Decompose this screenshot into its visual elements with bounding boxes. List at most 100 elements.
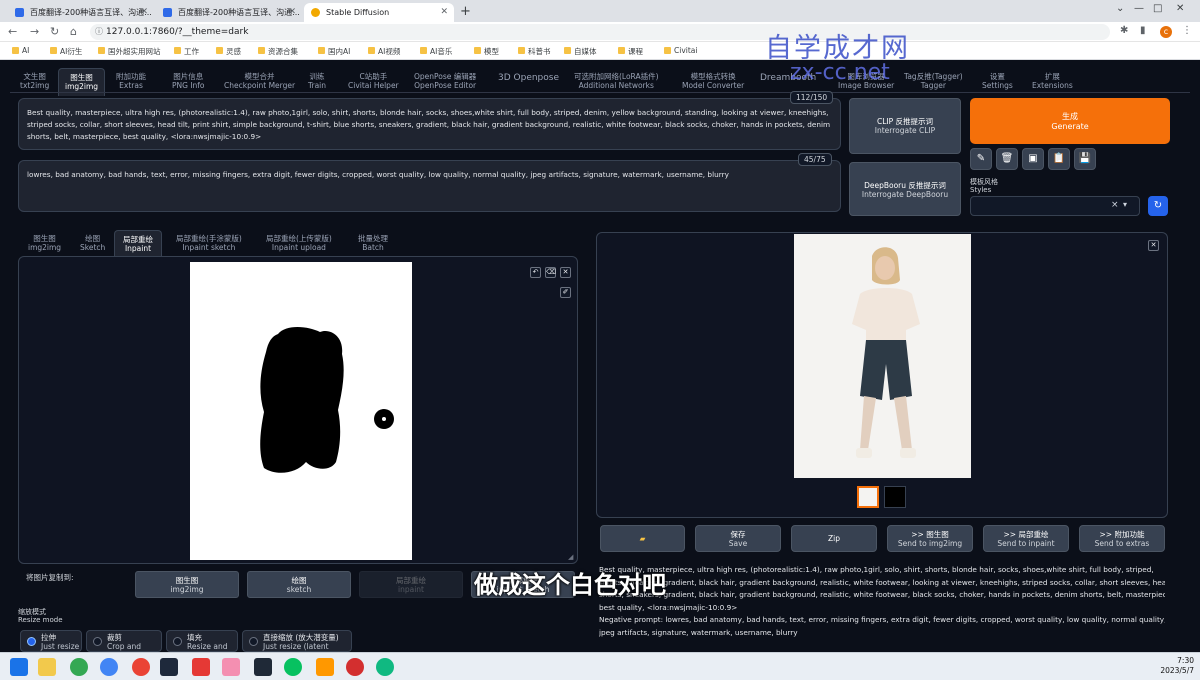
sidebar-icon[interactable]: ▮	[1140, 25, 1146, 36]
chrome-icon[interactable]	[70, 658, 88, 676]
resize-fill-radio[interactable]: 填充Resize and fill	[166, 630, 238, 660]
chrome-active-icon[interactable]	[132, 658, 150, 676]
file-explorer-icon[interactable]	[38, 658, 56, 676]
clear-icon[interactable]: ×	[1111, 200, 1119, 210]
bookmark[interactable]: 资源合集	[258, 46, 298, 57]
browser-tab[interactable]: 百度翻译-200种语言互译、沟通... ✕	[156, 3, 302, 22]
media-icon[interactable]	[254, 658, 272, 676]
save-button[interactable]: 保存 Save	[695, 525, 781, 552]
browser-tab[interactable]: 百度翻译-200种语言互译、沟通... ✕	[8, 3, 154, 22]
close-icon[interactable]: ✕	[1148, 240, 1159, 251]
record-icon[interactable]	[346, 658, 364, 676]
chrome-profile-icon[interactable]	[100, 658, 118, 676]
reload-icon[interactable]: ↻	[50, 24, 59, 40]
tab-model-converter[interactable]: 模型格式转换 Model Converter	[682, 72, 744, 90]
close-tab-icon[interactable]: ✕	[288, 3, 296, 22]
thumbnail-selected[interactable]	[857, 486, 879, 508]
browser-tab-active[interactable]: Stable Diffusion ✕	[304, 3, 454, 22]
tab-checkpoint-merger[interactable]: 模型合并 Checkpoint Merger	[224, 72, 295, 90]
bookmark[interactable]: AI视频	[368, 46, 400, 57]
tab-train[interactable]: 训练 Train	[308, 72, 326, 90]
close-tab-icon[interactable]: ✕	[140, 3, 148, 22]
interrogate-clip-button[interactable]: CLIP 反推提示词 Interrogate CLIP	[849, 98, 961, 154]
tab-settings[interactable]: 设置 Settings	[982, 72, 1013, 90]
tab-tagger[interactable]: Tag反推(Tagger) Tagger	[904, 72, 963, 90]
bookmark[interactable]: 科普书	[518, 46, 551, 57]
brush-icon[interactable]: ✐	[560, 287, 571, 298]
maximize-icon[interactable]: □	[1153, 3, 1162, 14]
new-tab-button[interactable]: +	[460, 3, 471, 20]
menu-icon[interactable]: ⋮	[1182, 25, 1192, 36]
bookmark[interactable]: Civitai	[664, 46, 697, 55]
bookmark[interactable]: AI	[12, 46, 29, 55]
tab-openpose-editor[interactable]: OpenPose 编辑器 OpenPose Editor	[414, 72, 476, 90]
tab-txt2img[interactable]: 文生图 txt2img	[20, 72, 49, 90]
back-icon[interactable]: ←	[8, 24, 17, 40]
bookmark[interactable]: 工作	[174, 46, 199, 57]
close-tab-icon[interactable]: ✕	[440, 3, 448, 22]
subtab-inpaint-sketch[interactable]: 局部重绘(手涂蒙版) Inpaint sketch	[176, 234, 242, 252]
window-close-icon[interactable]: ✕	[1176, 3, 1184, 14]
minimize-icon[interactable]: —	[1134, 3, 1144, 14]
interrogate-deepbooru-button[interactable]: DeepBooru 反推提示词 Interrogate DeepBooru	[849, 162, 961, 216]
copy-to-sketch-button[interactable]: 绘图 sketch	[247, 571, 351, 598]
resize-latent-upscale-radio[interactable]: 直接缩放 (放大潜变量)Just resize (latent upscale)	[242, 630, 352, 660]
tab-civitai-helper[interactable]: C站助手 Civitai Helper	[348, 72, 399, 90]
generate-button[interactable]: 生成 Generate	[970, 98, 1170, 144]
tab-extras[interactable]: 附加功能 Extras	[116, 72, 146, 90]
close-icon[interactable]: ✕	[560, 267, 571, 278]
send-to-extras-button[interactable]: >> 附加功能 Send to extras	[1079, 525, 1165, 552]
start-icon[interactable]	[10, 658, 28, 676]
inpaint-canvas[interactable]	[190, 262, 412, 560]
bookmark[interactable]: 课程	[618, 46, 643, 57]
trash-icon[interactable]: 🗑	[996, 148, 1018, 170]
lora-card-icon[interactable]: ▣	[1022, 148, 1044, 170]
bookmark[interactable]: 模型	[474, 46, 499, 57]
bookmark[interactable]: 灵感	[216, 46, 241, 57]
system-clock[interactable]: 7:30 2023/5/7	[1150, 656, 1194, 676]
refresh-styles-button[interactable]: ↻	[1148, 196, 1168, 216]
bookmark[interactable]: AI音乐	[420, 46, 452, 57]
profile-avatar[interactable]: c	[1160, 26, 1172, 38]
undo-icon[interactable]: ↶	[530, 267, 541, 278]
clear-canvas-icon[interactable]: ⌫	[545, 267, 556, 278]
extensions-icon[interactable]: ✱	[1120, 25, 1128, 36]
tab-png-info[interactable]: 图片信息 PNG Info	[172, 72, 205, 90]
home-icon[interactable]: ⌂	[70, 24, 77, 40]
send-to-img2img-button[interactable]: >> 图生图 Send to img2img	[887, 525, 973, 552]
tab-extensions[interactable]: 扩展 Extensions	[1032, 72, 1073, 90]
clipboard-icon[interactable]: 📋	[1048, 148, 1070, 170]
copy-to-inpaint-button[interactable]: 局部重绘 inpaint	[359, 571, 463, 598]
notes-icon[interactable]	[376, 658, 394, 676]
dropdown-chevron-icon[interactable]: ▾	[1123, 200, 1127, 209]
generated-image[interactable]	[794, 234, 971, 478]
resize-handle-icon[interactable]: ◢	[568, 553, 573, 561]
tab-3d-openpose[interactable]: 3D Openpose	[498, 74, 559, 83]
resize-just-resize-radio[interactable]: 拉伸 Just resize	[20, 630, 82, 652]
forward-icon[interactable]: →	[30, 24, 39, 40]
subtab-inpaint[interactable]: 局部重绘 Inpaint	[114, 230, 162, 258]
app-icon[interactable]	[222, 658, 240, 676]
wechat-icon[interactable]	[284, 658, 302, 676]
bookmark[interactable]: 自媒体	[564, 46, 597, 57]
positive-prompt[interactable]: Best quality, masterpiece, ultra high re…	[18, 98, 841, 150]
bookmark[interactable]: 国内AI	[318, 46, 350, 57]
resize-crop-radio[interactable]: 裁剪Crop and resize	[86, 630, 162, 660]
tab-additional-networks[interactable]: 可选附加网络(LoRA插件) Additional Networks	[574, 72, 659, 90]
address-bar[interactable]: ⓘ 127.0.0.1:7860/?__theme=dark	[90, 24, 1110, 40]
wps-icon[interactable]	[192, 658, 210, 676]
copy-to-img2img-button[interactable]: 图生图 img2img	[135, 571, 239, 598]
positive-prompt-text[interactable]: Best quality, masterpiece, ultra high re…	[19, 99, 840, 151]
negative-prompt[interactable]: lowres, bad anatomy, bad hands, text, er…	[18, 160, 841, 212]
chevron-down-icon[interactable]: ⌄	[1116, 3, 1124, 14]
thumbnail-mask[interactable]	[884, 486, 906, 508]
edit-icon[interactable]: ✎	[970, 148, 992, 170]
subtab-batch[interactable]: 批量处理 Batch	[358, 234, 388, 252]
styles-select[interactable]: × ▾	[970, 196, 1140, 216]
save-style-icon[interactable]: 💾	[1074, 148, 1096, 170]
negative-prompt-text[interactable]: lowres, bad anatomy, bad hands, text, er…	[19, 161, 840, 189]
bookmark[interactable]: AI衍生	[50, 46, 82, 57]
send-to-inpaint-button[interactable]: >> 局部重绘 Send to inpaint	[983, 525, 1069, 552]
subtab-inpaint-upload[interactable]: 局部重绘(上传蒙版) Inpaint upload	[266, 234, 332, 252]
bookmark[interactable]: 国外超实用网站	[98, 46, 161, 57]
